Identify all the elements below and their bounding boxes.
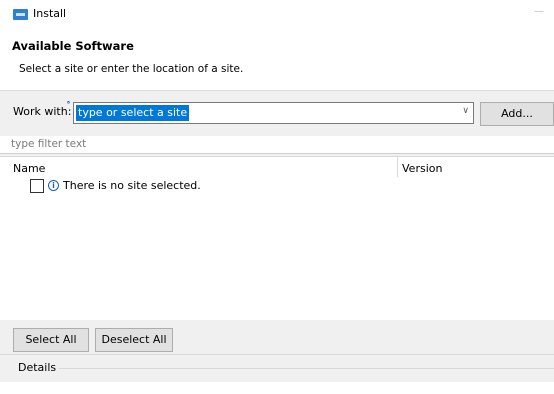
select-all-button[interactable]: Select All bbox=[13, 328, 89, 352]
separator bbox=[0, 354, 554, 355]
add-site-button[interactable]: Add... bbox=[480, 102, 554, 126]
chevron-down-icon[interactable]: ∨ bbox=[462, 106, 469, 116]
work-with-combobox[interactable]: type or select a site ∨ bbox=[73, 102, 474, 124]
window-titlebar: Install — bbox=[0, 0, 554, 30]
details-label: Details bbox=[18, 361, 57, 374]
filter-input[interactable]: type filter text bbox=[0, 136, 554, 154]
row-checkbox[interactable] bbox=[30, 179, 44, 193]
deselect-all-button[interactable]: Deselect All bbox=[95, 328, 173, 352]
column-header-name[interactable]: Name bbox=[13, 162, 45, 175]
window-title: Install bbox=[33, 7, 67, 20]
page-description: Select a site or enter the location of a… bbox=[19, 63, 244, 75]
column-divider[interactable] bbox=[397, 157, 398, 177]
work-with-label: Work with: bbox=[13, 105, 72, 118]
no-site-message: There is no site selected. bbox=[63, 179, 201, 192]
install-app-icon bbox=[13, 9, 28, 20]
details-divider bbox=[59, 368, 554, 369]
page-title: Available Software bbox=[12, 39, 134, 53]
tree-row[interactable]: i There is no site selected. bbox=[30, 179, 330, 194]
info-icon: i bbox=[48, 180, 59, 191]
minimize-icon[interactable]: — bbox=[534, 6, 544, 17]
software-tree[interactable]: Name Version i There is no site selected… bbox=[0, 156, 554, 320]
content-assist-icon: ⁸ bbox=[67, 100, 71, 108]
work-with-value[interactable]: type or select a site bbox=[76, 105, 190, 121]
column-header-version[interactable]: Version bbox=[402, 162, 442, 175]
